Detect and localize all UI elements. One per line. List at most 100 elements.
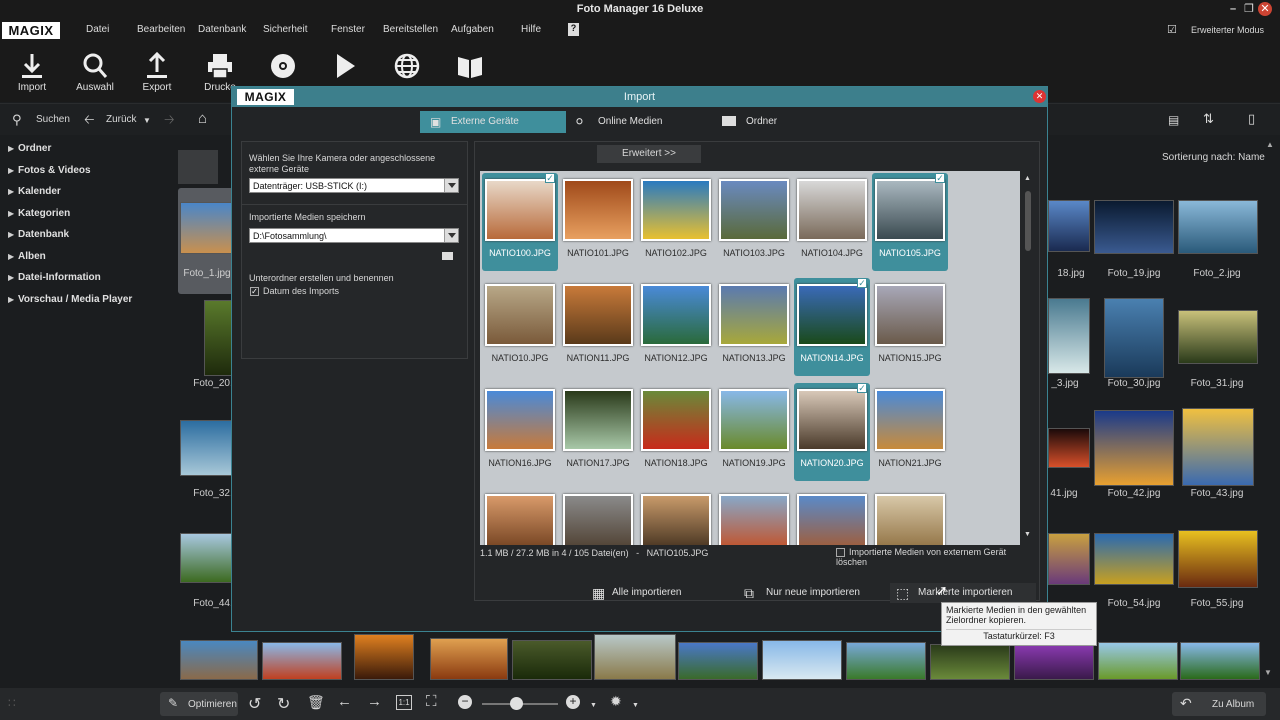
fullscreen-icon[interactable]: ⛶ — [426, 693, 437, 710]
import-marked-button[interactable]: ⬚ Markierte importieren — [890, 583, 1036, 603]
filmstrip-thumbnail[interactable] — [512, 640, 592, 680]
album-button[interactable] — [440, 42, 500, 82]
selected-check-icon[interactable]: ✓ — [935, 173, 945, 183]
delete-option[interactable]: Importierte Medien von externem Gerät lö… — [836, 547, 1036, 567]
file-cell[interactable]: ✓ NATION20.JPG — [794, 383, 870, 481]
file-thumbnail[interactable] — [875, 389, 945, 451]
rotate-left-icon[interactable]: ↺ — [248, 694, 261, 714]
file-thumbnail[interactable] — [797, 494, 867, 545]
export-button[interactable]: Export — [127, 42, 187, 93]
file-cell[interactable] — [716, 488, 792, 545]
file-cell[interactable]: NATION21.JPG — [872, 383, 948, 481]
import-new-button[interactable]: ⧉ Nur neue importieren — [740, 583, 880, 603]
camera-select[interactable]: Datenträger: USB-STICK (I:) — [249, 178, 459, 193]
file-cell[interactable]: NATIO104.JPG — [794, 173, 870, 271]
file-cell[interactable] — [560, 488, 636, 545]
file-thumbnail[interactable] — [563, 494, 633, 545]
file-cell[interactable]: NATIO102.JPG — [638, 173, 714, 271]
file-cell[interactable]: NATION15.JPG — [872, 278, 948, 376]
filmstrip-thumbnail[interactable] — [1014, 644, 1094, 680]
sidebar-item-kategorien[interactable]: ▶ Kategorien — [0, 203, 172, 225]
advanced-button[interactable]: Erweitert >> — [597, 145, 701, 163]
file-thumbnail[interactable] — [641, 179, 711, 241]
sidebar-item-datenbank[interactable]: ▶ Datenbank — [0, 224, 172, 246]
dialog-close-icon[interactable]: ✕ — [1033, 90, 1046, 103]
zoom-out-icon[interactable]: − — [458, 695, 472, 709]
next-icon[interactable]: → — [367, 693, 382, 710]
trash-icon[interactable]: 🗑 — [307, 694, 325, 711]
selection-button[interactable]: Auswahl — [65, 42, 125, 93]
search-label[interactable]: Suchen — [36, 114, 70, 125]
selected-check-icon[interactable]: ✓ — [857, 278, 867, 288]
scroll-thumb[interactable] — [1025, 191, 1031, 251]
file-thumbnail[interactable] — [875, 494, 945, 545]
scroll-down-icon[interactable]: ▼ — [1024, 531, 1031, 538]
file-thumbnail[interactable] — [719, 494, 789, 545]
photo-thumbnail[interactable] — [1178, 530, 1258, 588]
menu-bearbeiten[interactable]: Bearbeiten — [137, 24, 185, 35]
file-thumbnail[interactable] — [797, 284, 867, 346]
zoom-slider-handle[interactable] — [510, 697, 523, 710]
photo-thumbnail[interactable] — [180, 420, 232, 476]
file-cell[interactable]: NATION19.JPG — [716, 383, 792, 481]
browse-folder-icon[interactable] — [442, 252, 453, 260]
online-button[interactable] — [377, 42, 437, 82]
file-cell[interactable] — [872, 488, 948, 545]
filmstrip-thumbnail[interactable] — [594, 634, 676, 680]
photo-thumbnail[interactable] — [1104, 298, 1164, 378]
file-cell[interactable]: NATION18.JPG — [638, 383, 714, 481]
file-thumbnail[interactable] — [563, 179, 633, 241]
view-mode-icon[interactable]: ▤ — [1168, 113, 1179, 127]
filmstrip-thumbnail[interactable] — [1180, 642, 1260, 680]
photo-thumbnail[interactable] — [180, 533, 232, 583]
filmstrip-thumbnail[interactable] — [762, 640, 842, 680]
file-cell[interactable]: NATIO103.JPG — [716, 173, 792, 271]
photo-thumbnail[interactable] — [204, 300, 234, 376]
file-thumbnail[interactable] — [797, 389, 867, 451]
file-cell[interactable]: NATION12.JPG — [638, 278, 714, 376]
chevron-down-icon[interactable]: ▼ — [590, 702, 597, 709]
file-cell[interactable]: ✓ NATION14.JPG — [794, 278, 870, 376]
photo-thumbnail[interactable] — [1178, 310, 1258, 364]
file-thumbnail[interactable] — [641, 389, 711, 451]
subfolder-checkbox[interactable]: ✓ Datum des Imports — [250, 286, 339, 297]
filmstrip-thumbnail[interactable] — [678, 642, 758, 680]
file-thumbnail[interactable] — [485, 284, 555, 346]
file-thumbnail[interactable] — [563, 389, 633, 451]
tab-online-media[interactable]: ⚪ Online Medien — [572, 111, 692, 133]
scroll-up-icon[interactable]: ▲ — [1024, 175, 1031, 182]
chevron-down-icon[interactable]: ▼ — [143, 116, 151, 125]
sidebar-item-ordner[interactable]: ▶ Ordner — [0, 138, 172, 160]
file-thumbnail[interactable] — [875, 284, 945, 346]
photo-thumbnail[interactable] — [1094, 410, 1174, 486]
forward-arrow-icon[interactable]: 🡢 — [164, 111, 175, 133]
mode-checkbox[interactable]: ☑ — [1167, 23, 1177, 36]
save-path-select[interactable]: D:\Fotosammlung\ — [249, 228, 459, 243]
menu-datenbank[interactable]: Datenbank — [198, 24, 246, 35]
file-cell[interactable] — [638, 488, 714, 545]
back-arrow-icon[interactable]: 🡠 — [84, 111, 95, 133]
document-icon[interactable]: ▯ — [1248, 111, 1255, 127]
photo-thumbnail[interactable] — [1094, 200, 1174, 254]
file-cell[interactable]: ✓ NATIO100.JPG — [482, 173, 558, 271]
search-icon[interactable]: ⚲ — [12, 112, 22, 128]
filmstrip-thumbnail[interactable] — [262, 642, 342, 680]
photo-thumbnail[interactable] — [1182, 408, 1254, 486]
sidebar-item-vorschau[interactable]: ▶ Vorschau / Media Player — [0, 289, 172, 311]
sort-label[interactable]: Sortierung nach: Name — [1162, 152, 1265, 163]
help-context-icon[interactable]: ? — [568, 23, 579, 36]
chevron-down-icon[interactable]: ▼ — [632, 702, 639, 709]
file-cell[interactable]: NATION13.JPG — [716, 278, 792, 376]
scroll-up-icon[interactable]: ▲ — [1266, 140, 1274, 149]
rotate-right-icon[interactable]: ↻ — [277, 694, 290, 714]
tab-external-devices[interactable]: ▣ Externe Geräte — [420, 111, 566, 133]
file-thumbnail[interactable] — [719, 179, 789, 241]
selected-check-icon[interactable]: ✓ — [857, 383, 867, 393]
photo-thumbnail[interactable] — [1048, 298, 1090, 374]
file-thumbnail[interactable] — [797, 179, 867, 241]
menu-aufgaben[interactable]: Aufgaben — [451, 24, 494, 35]
sidebar-item-alben[interactable]: ▶ Alben — [0, 246, 172, 268]
to-album-button[interactable]: ↶ Zu Album — [1172, 692, 1266, 716]
filmstrip-thumbnail[interactable] — [846, 642, 926, 680]
photo-thumbnail[interactable] — [1048, 200, 1090, 252]
